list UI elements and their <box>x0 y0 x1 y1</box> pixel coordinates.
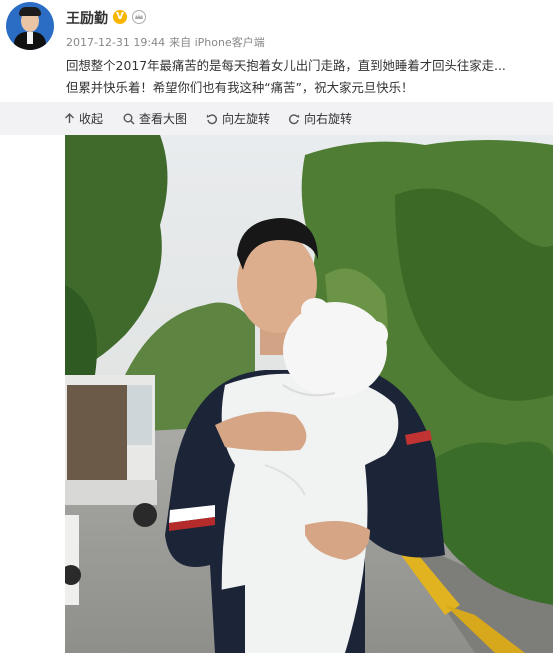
avatar[interactable] <box>6 2 54 50</box>
post-text: 回想整个2017年最痛苦的是每天抱着女儿出门走路，直到她睡着才回头往家走... … <box>66 55 550 99</box>
rotate-left-icon <box>206 113 218 124</box>
collapse-button[interactable]: 收起 <box>64 110 103 127</box>
member-crown-icon[interactable] <box>131 10 147 24</box>
rotate-right-label: 向右旋转 <box>304 112 353 126</box>
collapse-label: 收起 <box>79 112 104 126</box>
post-meta: 2017-12-31 19:44 来自 iPhone客户端 <box>66 34 265 50</box>
image-toolbar: 收起 查看大图 向左旋转 向右旋转 <box>0 102 553 135</box>
rotate-left-button[interactable]: 向左旋转 <box>206 110 270 127</box>
photo-father-holding-baby <box>65 135 553 653</box>
post-source: 来自 iPhone客户端 <box>169 36 265 49</box>
rotate-right-icon <box>288 113 300 124</box>
rotate-left-label: 向左旋转 <box>222 112 271 126</box>
post-text-line: 但累并快乐着！希望你们也有我这种“痛苦”，祝大家元旦快乐！ <box>66 80 414 95</box>
view-large-button[interactable]: 查看大图 <box>123 110 187 127</box>
post-photo[interactable] <box>65 135 553 653</box>
collapse-arrow-icon <box>65 113 74 123</box>
post-timestamp[interactable]: 2017-12-31 19:44 <box>66 36 165 49</box>
post-text-line: 回想整个2017年最痛苦的是每天抱着女儿出门走路，直到她睡着才回头往家走... <box>66 58 506 73</box>
verified-badge-icon: V <box>113 10 127 24</box>
author-name[interactable]: 王励勤 <box>66 8 108 28</box>
magnifier-icon <box>123 113 135 125</box>
rotate-right-button[interactable]: 向右旋转 <box>288 110 352 127</box>
post-header: 王励勤 V 2017-12-31 19:44 来自 iPhone客户端 回想整个2… <box>0 0 553 102</box>
view-large-label: 查看大图 <box>139 112 188 126</box>
